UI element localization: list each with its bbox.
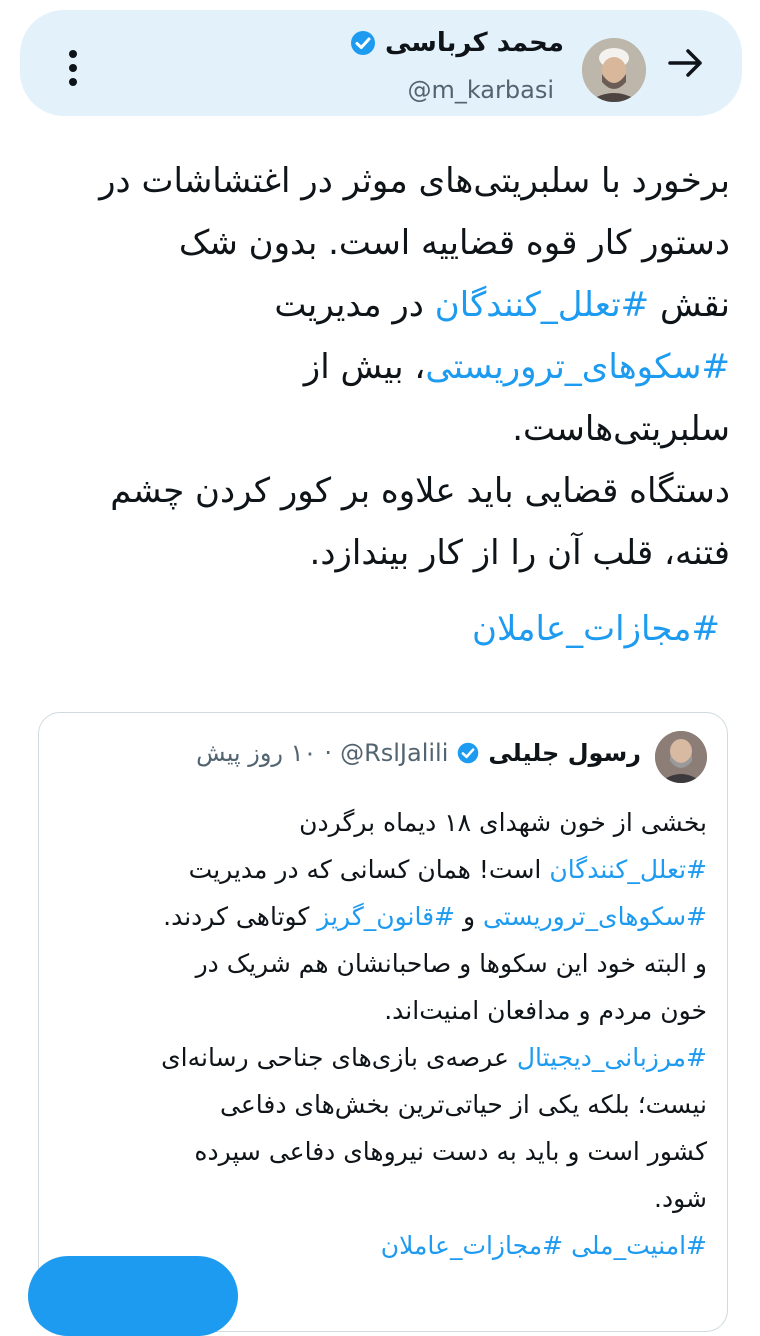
quoted-timestamp: ۱۰ روز پیش bbox=[196, 739, 317, 767]
hashtag-link[interactable]: #سکوهای_تروریستی bbox=[483, 902, 707, 931]
back-button[interactable] bbox=[664, 41, 708, 85]
tweet-line: سلبریتی‌هاست. bbox=[512, 409, 730, 449]
quoted-line: کشور است و باید به دست نیروهای دفاعی سپر… bbox=[194, 1137, 707, 1166]
profile-name-text: محمد کرباسی bbox=[384, 28, 564, 58]
more-vertical-icon bbox=[66, 50, 80, 86]
quoted-line: و البته خود این سکوها و صاحبانشان هم شری… bbox=[195, 949, 707, 978]
quoted-line: شود. bbox=[654, 1184, 707, 1213]
quoted-line: خون مردم و مدافعان امنیت‌اند. bbox=[384, 996, 707, 1025]
quoted-line: نیست؛ بلکه یکی از حیاتی‌ترین بخش‌های دفا… bbox=[220, 1090, 707, 1119]
tweet-line: #سکوهای_تروریستی، بیش از bbox=[303, 347, 730, 387]
more-options-button[interactable] bbox=[66, 50, 80, 92]
quoted-tweet-text: بخشی از خون شهدای ۱۸ دیماه برگردن #تعلل_… bbox=[57, 799, 707, 1269]
hashtag-link[interactable]: #مرزبانی_دیجیتال bbox=[517, 1043, 707, 1072]
avatar[interactable] bbox=[582, 38, 646, 102]
arrow-right-icon bbox=[668, 49, 702, 77]
hashtag-link[interactable]: #مجازات_عاملان bbox=[381, 1231, 563, 1260]
floating-action-button[interactable] bbox=[28, 1256, 238, 1336]
profile-handle: @m_karbasi bbox=[407, 76, 554, 104]
tweet-line: برخورد با سلبریتی‌های موثر در اغتشاشات د… bbox=[99, 161, 730, 201]
hashtag-link[interactable]: #تعلل_کنندگان bbox=[549, 855, 707, 884]
verified-badge-icon bbox=[350, 31, 375, 55]
quoted-author-handle: @RslJalili bbox=[340, 739, 449, 767]
meta-separator: · bbox=[324, 739, 333, 767]
quoted-line: بخشی از خون شهدای ۱۸ دیماه برگردن bbox=[299, 808, 707, 837]
quoted-tweet-meta: رسول جلیلی @RslJalili · ۱۰ روز پیش bbox=[196, 739, 641, 767]
profile-header: محمد کرباسی @m_karbasi bbox=[20, 10, 742, 116]
tweet-text: برخورد با سلبریتی‌های موثر در اغتشاشات د… bbox=[30, 150, 730, 584]
verified-badge-icon bbox=[458, 742, 479, 764]
tweet-line: نقش #تعلل_کنندگان در مدیریت bbox=[274, 285, 730, 325]
hashtag-link[interactable]: #تعلل_کنندگان bbox=[435, 285, 649, 325]
tweet-line: دستور کار قوه قضاییه است. بدون شک bbox=[178, 223, 730, 263]
hashtag-link[interactable]: #مجازات_عاملان bbox=[472, 598, 720, 660]
quoted-line: #مرزبانی_دیجیتال عرصه‌ی بازی‌های جناحی ر… bbox=[161, 1043, 707, 1072]
quoted-author-name: رسول جلیلی bbox=[488, 739, 641, 767]
quoted-tweet-card[interactable]: رسول جلیلی @RslJalili · ۱۰ روز پیش بخشی … bbox=[38, 712, 728, 1332]
hashtag-link[interactable]: #قانون_گریز bbox=[317, 902, 455, 931]
hashtag-link[interactable]: #سکوهای_تروریستی bbox=[425, 347, 730, 387]
quoted-line: #تعلل_کنندگان است! همان کسانی که در مدیر… bbox=[188, 855, 707, 884]
tweet-line: فتنه، قلب آن را از کار بیندازد. bbox=[309, 533, 730, 573]
avatar[interactable] bbox=[655, 731, 707, 783]
hashtag-link[interactable]: #امنیت_ملی bbox=[571, 1231, 707, 1260]
quoted-line: #سکوهای_تروریستی و #قانون_گریز کوتاهی کر… bbox=[163, 902, 707, 931]
tweet-line: دستگاه قضایی باید علاوه بر کور کردن چشم bbox=[110, 471, 730, 511]
profile-name: محمد کرباسی bbox=[349, 28, 564, 58]
